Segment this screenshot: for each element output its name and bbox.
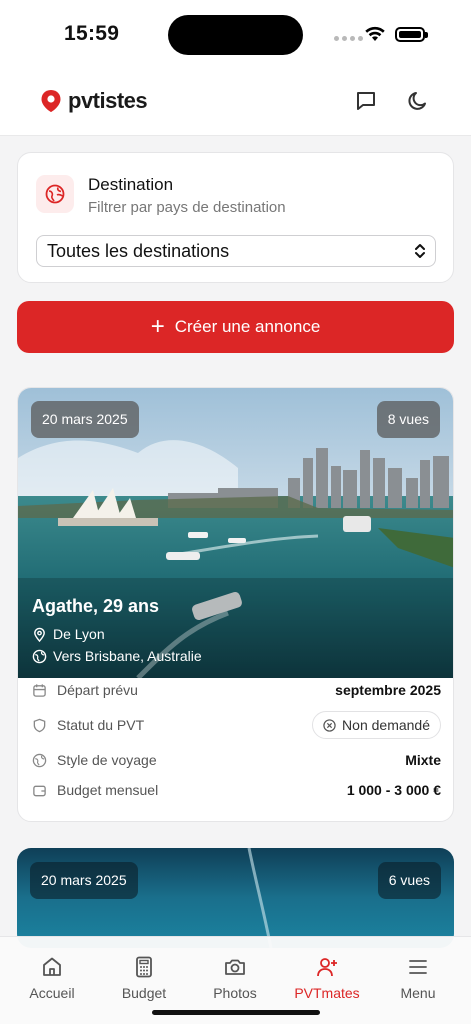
destination-select[interactable]: Toutes les destinations bbox=[36, 235, 436, 267]
tab-menu[interactable]: Menu bbox=[378, 955, 458, 1001]
detail-label: Budget mensuel bbox=[57, 782, 159, 798]
create-listing-label: Créer une annonce bbox=[174, 317, 321, 336]
filter-icon-box bbox=[36, 175, 74, 213]
detail-row-departure: Départ prévu septembre 2025 bbox=[32, 678, 441, 702]
detail-value: 1 000 - 3 000 € bbox=[346, 782, 441, 798]
chevron-up-down-icon bbox=[415, 244, 425, 258]
post-destination-text: Vers Brisbane, Australie bbox=[53, 648, 202, 664]
tab-label: PVTmates bbox=[294, 985, 360, 1001]
globe-icon bbox=[32, 753, 47, 767]
post-views-badge: 6 vues bbox=[377, 862, 441, 899]
calendar-icon bbox=[33, 683, 46, 697]
plus-icon: + bbox=[150, 313, 165, 340]
detail-row-pvt-status: Statut du PVT Non demandé bbox=[32, 711, 441, 739]
wallet-icon bbox=[33, 785, 46, 796]
destination-filter-card: Destination Filtrer par pays de destinat… bbox=[17, 152, 454, 283]
status-time: 15:59 bbox=[64, 22, 120, 45]
tab-label: Menu bbox=[400, 985, 436, 1001]
post-author-name: Agathe, 29 ans bbox=[32, 596, 160, 616]
destination-select-value: Toutes les destinations bbox=[47, 241, 230, 261]
home-indicator bbox=[152, 1010, 320, 1015]
calculator-icon bbox=[136, 956, 152, 978]
detail-row-budget: Budget mensuel 1 000 - 3 000 € bbox=[32, 778, 441, 802]
listing-card[interactable]: 20 mars 2025 6 vues bbox=[17, 848, 454, 948]
shield-icon bbox=[33, 718, 46, 732]
tab-photos[interactable]: Photos bbox=[195, 955, 275, 1001]
filter-title: Destination bbox=[88, 175, 174, 194]
pvt-status-badge: Non demandé bbox=[312, 711, 441, 739]
detail-value: septembre 2025 bbox=[335, 682, 441, 698]
wifi-icon bbox=[365, 26, 385, 41]
tab-label: Budget bbox=[121, 985, 167, 1001]
detail-label: Statut du PVT bbox=[57, 717, 145, 733]
status-bar: 15:59 bbox=[0, 0, 471, 70]
post-destination: Vers Brisbane, Australie bbox=[32, 648, 202, 664]
menu-icon bbox=[409, 960, 427, 974]
tab-label: Photos bbox=[213, 985, 257, 1001]
camera-icon bbox=[225, 959, 245, 975]
moon-icon[interactable] bbox=[405, 88, 431, 114]
tab-pvtmates[interactable]: PVTmates bbox=[287, 955, 367, 1001]
detail-label: Style de voyage bbox=[57, 752, 157, 768]
create-listing-button[interactable]: + Créer une annonce bbox=[17, 301, 454, 353]
chat-icon[interactable] bbox=[353, 88, 379, 114]
detail-value: Mixte bbox=[405, 752, 441, 768]
globe-icon bbox=[32, 649, 47, 663]
post-date-badge: 20 mars 2025 bbox=[30, 862, 138, 899]
logo-pin-icon bbox=[41, 90, 61, 112]
x-circle-icon bbox=[323, 718, 336, 732]
filter-subtitle: Filtrer par pays de destination bbox=[88, 199, 286, 216]
home-icon bbox=[43, 957, 61, 976]
battery-icon bbox=[395, 27, 428, 42]
post-date-badge: 20 mars 2025 bbox=[31, 401, 139, 438]
logo[interactable]: pvtistes bbox=[40, 88, 148, 114]
tab-accueil[interactable]: Accueil bbox=[12, 955, 92, 1001]
globe-icon bbox=[45, 184, 65, 204]
dynamic-island bbox=[168, 15, 303, 55]
tab-budget[interactable]: Budget bbox=[104, 955, 184, 1001]
logo-text: pvtistes bbox=[68, 88, 148, 113]
post-origin-text: De Lyon bbox=[53, 626, 105, 642]
map-pin-icon bbox=[34, 627, 45, 642]
signal-icon bbox=[334, 36, 363, 41]
detail-row-travel-style: Style de voyage Mixte bbox=[32, 748, 441, 772]
post-origin: De Lyon bbox=[32, 626, 105, 642]
app-header: pvtistes bbox=[0, 70, 471, 136]
post-views-badge: 8 vues bbox=[376, 401, 440, 438]
listing-card[interactable]: 20 mars 2025 8 vues Agathe, 29 ans De Ly… bbox=[17, 387, 454, 822]
pvt-status-text: Non demandé bbox=[342, 717, 430, 733]
user-plus-icon bbox=[317, 958, 337, 977]
detail-label: Départ prévu bbox=[57, 682, 138, 698]
tab-label: Accueil bbox=[29, 985, 75, 1001]
